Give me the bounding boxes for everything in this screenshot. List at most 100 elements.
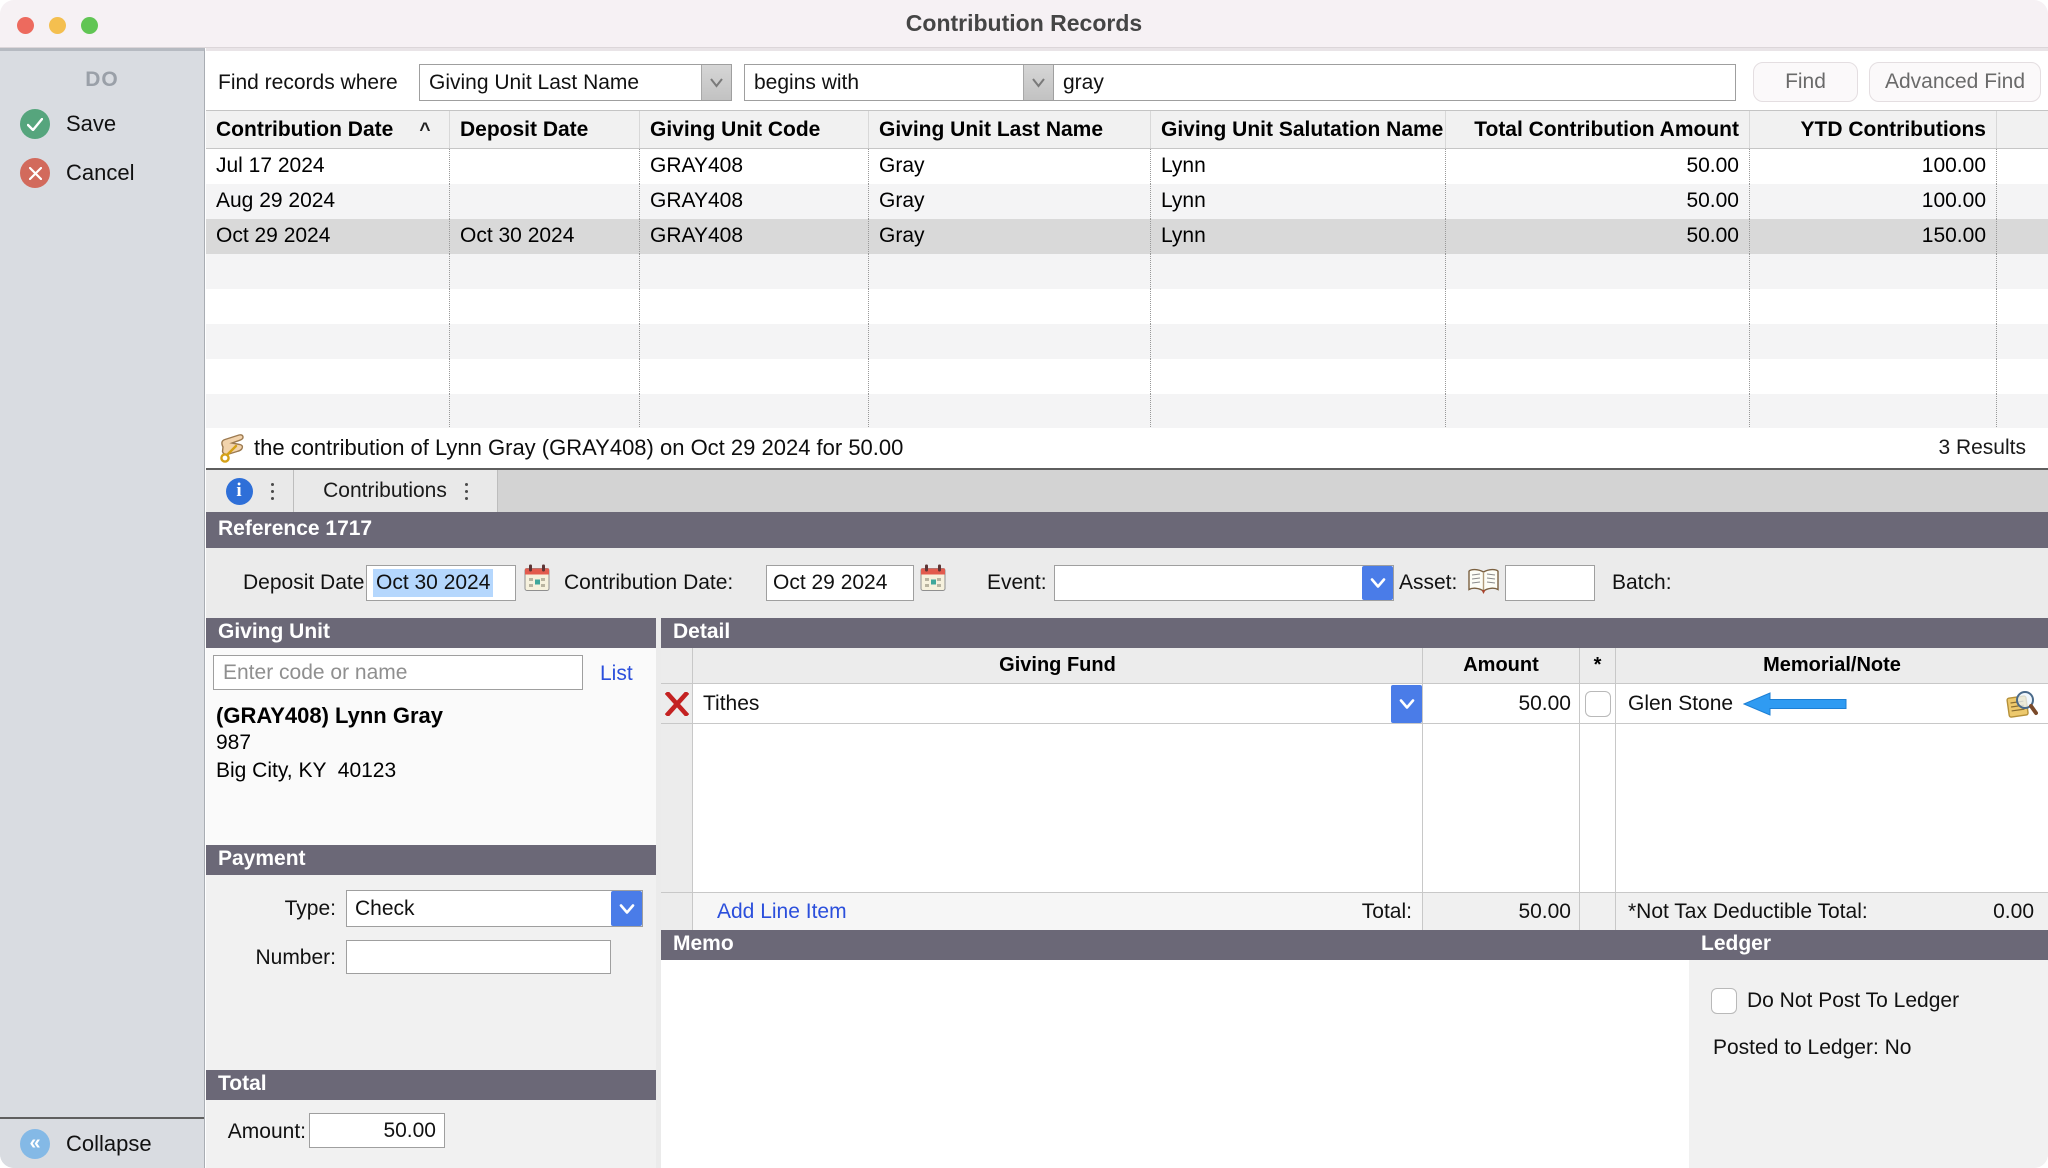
search-input[interactable] (1053, 64, 1736, 101)
asset-book-icon[interactable] (1467, 568, 1500, 595)
detail-column-star: * (1580, 648, 1616, 683)
memorial-note-value: Glen Stone (1628, 692, 1733, 716)
total-amount-input[interactable]: 50.00 (309, 1113, 445, 1148)
asset-label: Asset: (1399, 571, 1457, 595)
event-select[interactable] (1054, 565, 1394, 601)
grip-dots-icon (465, 483, 468, 500)
do-not-post-checkbox[interactable]: Do Not Post To Ledger (1711, 988, 1959, 1014)
contribution-date-value: Oct 29 2024 (773, 571, 887, 595)
column-header-deposit-date[interactable]: Deposit Date (450, 111, 640, 148)
save-check-icon (20, 109, 50, 139)
cancel-button[interactable]: Cancel (20, 158, 134, 188)
detail-totals-row: Add Line Item Total: 50.00 *Not Tax Dedu… (661, 892, 2048, 930)
table-row[interactable] (206, 254, 2048, 289)
deposit-date-value: Oct 30 2024 (373, 569, 493, 597)
total-header: Total (206, 1070, 656, 1100)
detail-column-delete (661, 648, 693, 683)
asset-input[interactable] (1505, 565, 1595, 601)
column-header-ytd-contributions[interactable]: YTD Contributions (1750, 111, 1997, 148)
deposit-date-label: Deposit Date: (243, 571, 370, 595)
table-row[interactable]: Oct 29 2024Oct 30 2024GRAY408GrayLynn50.… (206, 219, 2048, 254)
table-row[interactable] (206, 359, 2048, 394)
cancel-x-icon (20, 158, 50, 188)
note-search-icon[interactable] (2005, 689, 2038, 719)
add-line-item-link[interactable]: Add Line Item (717, 900, 847, 924)
column-header-total-contribution-amount[interactable]: Total Contribution Amount (1446, 111, 1750, 148)
giving-unit-address-line2: Big City, KY 40123 (216, 759, 396, 783)
results-table: Contribution Date^ Deposit Date Giving U… (206, 110, 2048, 428)
search-field-select[interactable]: Giving Unit Last Name (419, 64, 732, 101)
table-row[interactable] (206, 289, 2048, 324)
chevron-down-icon[interactable] (1023, 65, 1053, 100)
search-operator-select[interactable]: begins with (744, 64, 1054, 101)
payment-type-value: Check (347, 897, 611, 921)
payment-header: Payment (206, 845, 656, 875)
memo-panel: Memo (661, 930, 1689, 1168)
payment-number-input[interactable] (346, 940, 611, 974)
detail-column-memorial-note: Memorial/Note (1616, 648, 2048, 683)
not-tax-deductible-checkbox[interactable] (1580, 684, 1616, 723)
save-button[interactable]: Save (20, 109, 116, 139)
memorial-note-cell[interactable]: Glen Stone (1616, 684, 2048, 723)
collapse-button[interactable]: « Collapse (0, 1117, 204, 1168)
collapse-chevrons-icon: « (20, 1129, 50, 1159)
status-text: the contribution of Lynn Gray (GRAY408) … (254, 435, 1938, 461)
contribution-date-label: Contribution Date: (564, 571, 733, 595)
advanced-find-button[interactable]: Advanced Find (1869, 62, 2041, 102)
ledger-panel: Ledger Do Not Post To Ledger Posted to L… (1689, 930, 2048, 1168)
delete-line-item-button[interactable] (661, 684, 693, 723)
detail-total-value: 50.00 (1423, 893, 1580, 930)
event-label: Event: (987, 571, 1047, 595)
table-row[interactable] (206, 394, 2048, 429)
chevron-down-icon[interactable] (1362, 566, 1393, 600)
column-header-giving-unit-salutation-name[interactable]: Giving Unit Salutation Name (1151, 111, 1446, 148)
contribution-date-input[interactable]: Oct 29 2024 (766, 565, 914, 601)
total-amount-label: Amount: (186, 1120, 306, 1144)
column-header-giving-unit-last-name[interactable]: Giving Unit Last Name (869, 111, 1151, 148)
table-row[interactable]: Jul 17 2024GRAY408GrayLynn50.00100.00 (206, 149, 2048, 184)
ntd-total-label: *Not Tax Deductible Total: (1628, 900, 1868, 924)
tab-info[interactable]: i (206, 470, 294, 512)
collapse-label: Collapse (66, 1131, 152, 1157)
giving-unit-code-input[interactable] (213, 655, 583, 690)
giving-unit-address-line1: 987 (216, 731, 251, 755)
ntd-total-value: 0.00 (1993, 900, 2034, 924)
detail-empty-rows (661, 724, 2048, 892)
find-button[interactable]: Find (1753, 62, 1858, 102)
giving-unit-panel: Giving Unit List (GRAY408) Lynn Gray 987… (206, 618, 656, 845)
column-header-giving-unit-code[interactable]: Giving Unit Code (640, 111, 869, 148)
deposit-date-input[interactable]: Oct 30 2024 (366, 565, 516, 601)
search-field-value: Giving Unit Last Name (420, 71, 701, 95)
memo-textarea[interactable] (661, 960, 1689, 1168)
detail-column-headers: Giving Fund Amount * Memorial/Note (661, 648, 2048, 684)
detail-header: Detail (661, 618, 2048, 648)
column-header-filler (1997, 111, 2048, 148)
sidebar: DO Save Cancel « Collapse (0, 48, 205, 1168)
results-table-body: Jul 17 2024GRAY408GrayLynn50.00100.00Aug… (206, 149, 2048, 429)
tab-contributions[interactable]: Contributions (294, 470, 498, 512)
calendar-icon[interactable] (524, 563, 550, 592)
find-records-label: Find records where (218, 71, 398, 95)
search-bar: Find records where Giving Unit Last Name… (206, 48, 2048, 110)
chevron-down-icon[interactable] (611, 891, 642, 926)
payment-type-select[interactable]: Check (346, 890, 643, 927)
chevron-down-icon[interactable] (1391, 685, 1422, 723)
total-panel: Total Amount: 50.00 (206, 1070, 656, 1168)
giving-fund-select[interactable]: Tithes (693, 684, 1423, 723)
line-item-amount[interactable]: 50.00 (1423, 684, 1580, 723)
results-count: 3 Results (1938, 436, 2026, 460)
payment-panel: Payment Type: Check Number: (206, 845, 656, 1070)
table-row[interactable]: Aug 29 2024GRAY408GrayLynn50.00100.00 (206, 184, 2048, 219)
payment-type-label: Type: (216, 897, 336, 921)
chevron-down-icon[interactable] (701, 65, 731, 100)
detail-column-amount: Amount (1423, 648, 1580, 683)
calendar-icon[interactable] (920, 563, 946, 592)
column-header-contribution-date[interactable]: Contribution Date^ (206, 111, 450, 148)
cancel-label: Cancel (66, 160, 134, 186)
batch-label: Batch: (1612, 571, 1672, 595)
payment-number-label: Number: (216, 946, 336, 970)
record-pointer-icon (216, 432, 246, 464)
list-link[interactable]: List (600, 662, 633, 686)
results-table-header: Contribution Date^ Deposit Date Giving U… (206, 111, 2048, 149)
table-row[interactable] (206, 324, 2048, 359)
